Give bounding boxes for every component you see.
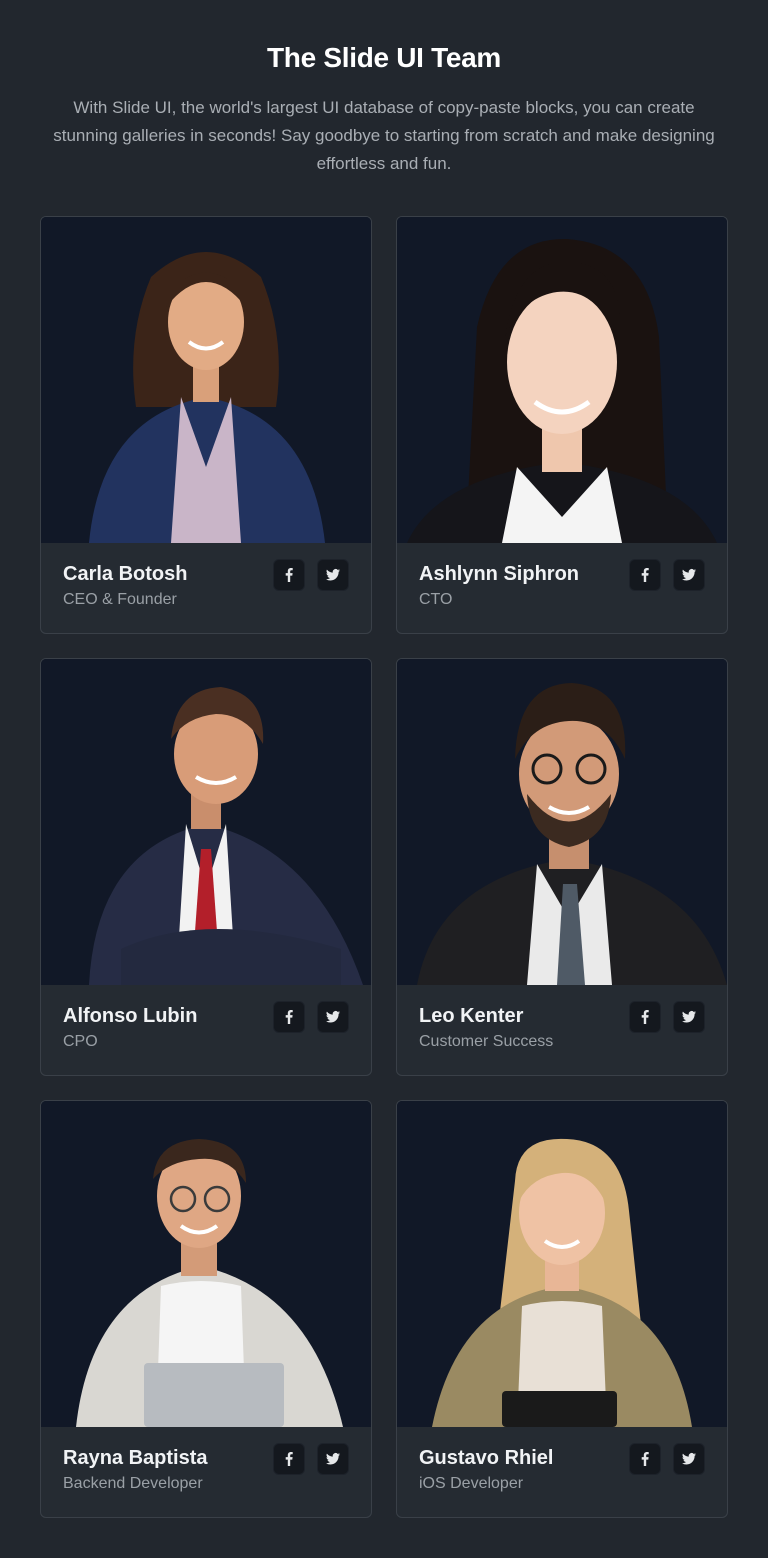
team-member-card: Gustavo Rhiel iOS Developer <box>396 1100 728 1518</box>
social-links <box>629 1443 705 1475</box>
member-portrait-illustration <box>41 1101 371 1427</box>
team-member-card: Leo Kenter Customer Success <box>396 658 728 1076</box>
twitter-button[interactable] <box>673 1443 705 1475</box>
social-links <box>273 1443 349 1475</box>
member-photo <box>41 659 371 985</box>
twitter-icon <box>682 569 696 581</box>
member-info: Ashlynn Siphron CTO <box>397 543 727 633</box>
member-info: Alfonso Lubin CPO <box>41 985 371 1075</box>
team-member-card: Carla Botosh CEO & Founder <box>40 216 372 634</box>
member-role: CTO <box>419 591 453 608</box>
member-role: CEO & Founder <box>63 591 177 608</box>
member-photo <box>397 217 727 543</box>
team-member-card: Ashlynn Siphron CTO <box>396 216 728 634</box>
member-info: Gustavo Rhiel iOS Developer <box>397 1427 727 1517</box>
social-links <box>629 1001 705 1033</box>
member-role: iOS Developer <box>419 1475 524 1492</box>
member-portrait-illustration <box>41 217 371 543</box>
social-links <box>273 1001 349 1033</box>
member-portrait-illustration <box>41 659 371 985</box>
page-title: The Slide UI Team <box>267 42 501 73</box>
twitter-icon <box>326 569 340 581</box>
facebook-icon <box>641 1452 649 1466</box>
member-portrait-illustration <box>397 1101 727 1427</box>
twitter-icon <box>682 1453 696 1465</box>
twitter-button[interactable] <box>317 559 349 591</box>
member-info: Leo Kenter Customer Success <box>397 985 727 1075</box>
member-photo <box>41 217 371 543</box>
facebook-button[interactable] <box>273 1443 305 1475</box>
facebook-button[interactable] <box>273 1001 305 1033</box>
member-photo <box>41 1101 371 1427</box>
twitter-button[interactable] <box>673 559 705 591</box>
member-portrait-illustration <box>397 659 727 985</box>
facebook-button[interactable] <box>273 559 305 591</box>
member-info: Rayna Baptista Backend Developer <box>41 1427 371 1517</box>
member-role: Customer Success <box>419 1033 554 1050</box>
social-links <box>273 559 349 591</box>
team-member-card: Rayna Baptista Backend Developer <box>40 1100 372 1518</box>
facebook-button[interactable] <box>629 1001 661 1033</box>
member-role: CPO <box>63 1033 98 1050</box>
member-photo <box>397 659 727 985</box>
team-member-card: Alfonso Lubin CPO <box>40 658 372 1076</box>
twitter-icon <box>682 1011 696 1023</box>
facebook-icon <box>285 568 293 582</box>
facebook-icon <box>641 1010 649 1024</box>
facebook-icon <box>285 1010 293 1024</box>
facebook-button[interactable] <box>629 1443 661 1475</box>
facebook-icon <box>285 1452 293 1466</box>
twitter-button[interactable] <box>317 1443 349 1475</box>
twitter-button[interactable] <box>673 1001 705 1033</box>
facebook-button[interactable] <box>629 559 661 591</box>
page-description: With Slide UI, the world's largest UI da… <box>53 98 715 173</box>
member-photo <box>397 1101 727 1427</box>
twitter-icon <box>326 1453 340 1465</box>
twitter-icon <box>326 1011 340 1023</box>
twitter-button[interactable] <box>317 1001 349 1033</box>
team-section: The Slide UI Team With Slide UI, the wor… <box>0 0 768 1558</box>
team-grid: Carla Botosh CEO & Founder Ashlynn Siphr… <box>40 216 728 1518</box>
social-links <box>629 559 705 591</box>
member-portrait-illustration <box>397 217 727 543</box>
member-role: Backend Developer <box>63 1475 203 1492</box>
member-info: Carla Botosh CEO & Founder <box>41 543 371 633</box>
facebook-icon <box>641 568 649 582</box>
